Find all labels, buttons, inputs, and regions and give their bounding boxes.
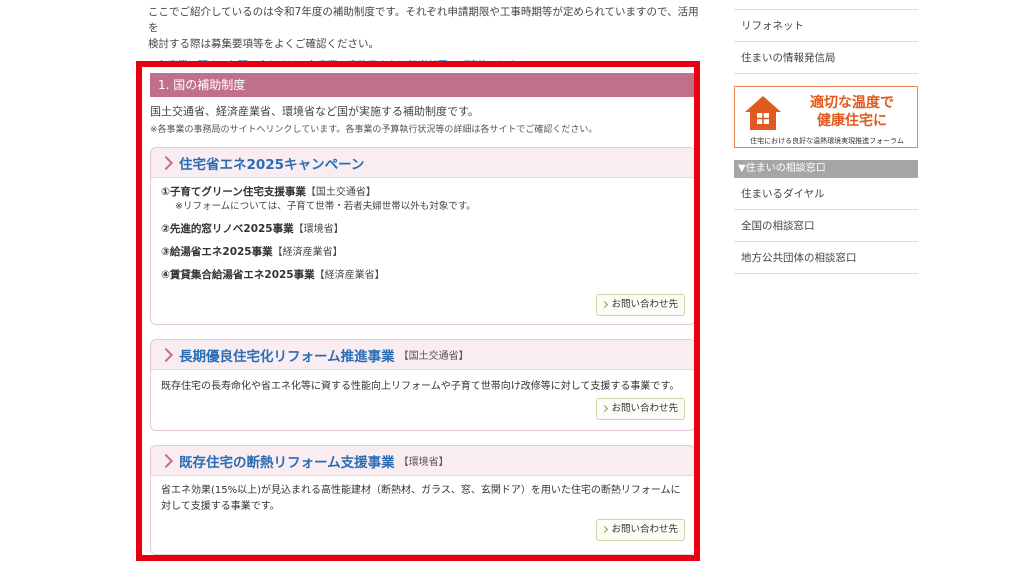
program-name[interactable]: ①子育てグリーン住宅支援事業 — [161, 186, 306, 198]
program-item[interactable]: ①子育てグリーン住宅支援事業【国土交通省】 ※リフォームについては、子育て世帯・… — [161, 185, 685, 214]
intro-text: ここでご紹介しているのは令和7年度の補助制度です。それぞれ申請期限や工事時期等が… — [148, 4, 708, 52]
program-sub-note: ※リフォームについては、子育て世帯・若者夫婦世帯以外も対象です。 — [175, 201, 476, 212]
program-ministry: 【国土交通省】 — [305, 187, 376, 198]
program-ministry: 【経済産業省】 — [272, 247, 343, 258]
program-name[interactable]: ②先進的窓リノベ2025事業 — [161, 223, 294, 235]
sidebar-item-local-consult[interactable]: 地方公共団体の相談窓口 — [734, 242, 918, 274]
consult-header: ▼住まいの相談窓口 — [734, 160, 918, 178]
banner-subtitle: 住宅における良好な温熱環境実現推進フォーラム — [750, 137, 904, 145]
program-ministry: 【環境省】 — [293, 224, 344, 235]
program-name[interactable]: ③給湯省エネ2025事業 — [161, 246, 273, 258]
program-card-energy-campaign: 住宅省エネ2025キャンペーン ①子育てグリーン住宅支援事業【国土交通省】 ※リ… — [150, 147, 694, 325]
card-title-link[interactable]: 住宅省エネ2025キャンペーン — [179, 153, 364, 173]
inquiry-button[interactable]: お問い合わせ先 — [596, 294, 685, 316]
inquiry-button[interactable]: お問い合わせ先 — [596, 519, 685, 541]
card-header[interactable]: 住宅省エネ2025キャンペーン — [151, 148, 694, 178]
chevron-right-icon — [158, 347, 174, 362]
program-item[interactable]: ③給湯省エネ2025事業【経済産業省】 — [161, 245, 685, 260]
highlight-frame: 1. 国の補助制度 国土交通省、経済産業省、環境省など国が実施する補助制度です。… — [136, 61, 700, 561]
inquiry-button[interactable]: お問い合わせ先 — [596, 398, 685, 420]
card-title-link[interactable]: 既存住宅の断熱リフォーム支援事業 — [179, 451, 395, 471]
card-description-line-2: 対して支援する事業です。 — [161, 501, 280, 512]
section-description: 国土交通省、経済産業省、環境省など国が実施する補助制度です。 — [150, 105, 479, 118]
program-name[interactable]: ④賃貸集合給湯省エネ2025事業 — [161, 269, 315, 281]
card-description-line-1: 省エネ効果(15%以上)が見込まれる高性能建材（断熱材、ガラス、窓、玄関ドア）を… — [161, 485, 681, 496]
house-icon — [745, 96, 781, 130]
program-card-long-life-reform: 長期優良住宅化リフォーム推進事業 【国土交通省】 既存住宅の長寿命化や省エネ化等… — [150, 339, 694, 431]
sidebar-item-reformnet[interactable]: リフォネット — [734, 10, 918, 42]
card-body: 既存住宅の長寿命化や省エネ化等に資する性能向上リフォームや子育て世帯向け改修等に… — [151, 370, 694, 392]
card-ministry-tag: 【国土交通省】 — [398, 351, 469, 362]
card-body: 省エネ効果(15%以上)が見込まれる高性能建材（断熱材、ガラス、窓、玄関ドア）を… — [151, 476, 694, 515]
card-header[interactable]: 既存住宅の断熱リフォーム支援事業 【環境省】 — [151, 446, 694, 476]
program-item[interactable]: ②先進的窓リノベ2025事業【環境省】 — [161, 222, 685, 237]
chevron-right-icon — [158, 453, 174, 468]
card-header[interactable]: 長期優良住宅化リフォーム推進事業 【国土交通省】 — [151, 340, 694, 370]
section-note: ※各事業の事務局のサイトへリンクしています。各事業の予算執行状況等の詳細は各サイ… — [150, 125, 598, 135]
program-item[interactable]: ④賃貸集合給湯省エネ2025事業【経済産業省】 — [161, 268, 685, 283]
card-description: 既存住宅の長寿命化や省エネ化等に資する性能向上リフォームや子育て世帯向け改修等に… — [161, 381, 680, 392]
banner-line-1: 適切な温度で — [810, 95, 894, 111]
card-body: ①子育てグリーン住宅支援事業【国土交通省】 ※リフォームについては、子育て世帯・… — [151, 178, 694, 283]
chevron-right-icon — [158, 155, 174, 170]
card-title-link[interactable]: 長期優良住宅化リフォーム推進事業 — [179, 345, 395, 365]
banner-title: 適切な温度で 健康住宅に — [791, 94, 913, 130]
program-card-insulation-reform: 既存住宅の断熱リフォーム支援事業 【環境省】 省エネ効果(15%以上)が見込まれ… — [150, 445, 694, 555]
sidebar-divider — [734, 0, 918, 10]
health-housing-banner[interactable]: 適切な温度で 健康住宅に 住宅における良好な温熱環境実現推進フォーラム — [734, 86, 918, 148]
banner-line-2: 健康住宅に — [817, 113, 887, 129]
section-title: 1. 国の補助制度 — [150, 73, 694, 97]
card-ministry-tag: 【環境省】 — [398, 457, 449, 468]
sidebar-item-national-consult[interactable]: 全国の相談窓口 — [734, 210, 918, 242]
sidebar-item-housing-info[interactable]: 住まいの情報発信局 — [734, 42, 918, 74]
program-ministry: 【経済産業省】 — [314, 270, 385, 281]
sidebar-item-sumairu-dial[interactable]: 住まいるダイヤル — [734, 178, 918, 210]
intro-line-1: ここでご紹介しているのは令和7年度の補助制度です。それぞれ申請期限や工事時期等が… — [148, 6, 699, 34]
intro-line-2: 検討する際は募集要項等をよくご確認ください。 — [148, 38, 379, 50]
